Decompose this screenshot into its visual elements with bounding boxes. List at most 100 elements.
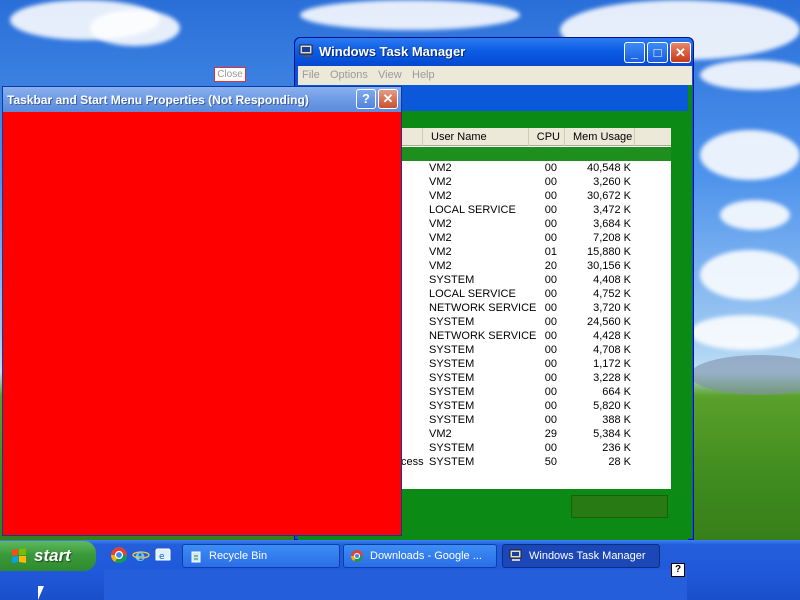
- tray-help-icon[interactable]: ?: [671, 563, 685, 577]
- windows-logo-icon: [12, 548, 26, 563]
- task-manager-icon: [509, 549, 523, 563]
- menu-help[interactable]: Help: [412, 69, 435, 81]
- row-cpu: 00: [544, 442, 557, 454]
- table-row[interactable]: SYSTEM 00 236 K: [401, 441, 671, 455]
- row-mem-usage: 5,384 K: [593, 428, 631, 440]
- row-mem-usage: 1,172 K: [593, 358, 631, 370]
- taskbar-properties-window[interactable]: Taskbar and Start Menu Properties (Not R…: [2, 86, 402, 536]
- row-cpu: 00: [544, 218, 557, 230]
- ie-icon[interactable]: e: [132, 546, 150, 564]
- row-mem-usage: 7,208 K: [593, 232, 631, 244]
- row-cpu: 29: [544, 428, 557, 440]
- help-icon: ?: [362, 91, 370, 106]
- row-mem-usage: 4,408 K: [593, 274, 631, 286]
- table-row[interactable]: VM2 00 4,336 K: [401, 147, 671, 161]
- svg-text:e: e: [159, 552, 165, 562]
- table-row[interactable]: SYSTEM 00 388 K: [401, 413, 671, 427]
- chrome-icon[interactable]: [110, 546, 128, 564]
- maximize-icon: □: [653, 45, 662, 60]
- taskbar-button[interactable]: Downloads - Google ...: [343, 544, 497, 568]
- table-row[interactable]: SYSTEM 50 28 K cess: [401, 455, 671, 469]
- table-row[interactable]: SYSTEM 00 5,820 K: [401, 399, 671, 413]
- start-button[interactable]: start: [0, 541, 96, 571]
- row-cpu: 20: [544, 260, 557, 272]
- row-user-name: VM2: [429, 246, 452, 258]
- end-process-button[interactable]: [571, 495, 668, 518]
- table-row[interactable]: SYSTEM 00 3,228 K: [401, 371, 671, 385]
- chrome-icon: [350, 549, 364, 563]
- row-mem-usage: 3,228 K: [593, 372, 631, 384]
- row-user-name: SYSTEM: [429, 344, 475, 356]
- minimize-icon: _: [630, 45, 639, 60]
- taskbar-properties-titlebar[interactable]: Taskbar and Start Menu Properties (Not R…: [3, 87, 401, 112]
- show-desktop-icon[interactable]: e: [154, 546, 172, 564]
- row-mem-usage: 3,720 K: [593, 302, 631, 314]
- row-mem-usage: 30,672 K: [586, 190, 631, 202]
- column-cpu-label: CPU: [536, 131, 560, 143]
- maximize-button[interactable]: □: [647, 42, 668, 63]
- task-manager-menubar: File Options View Help: [298, 66, 692, 85]
- row-user-name: VM2: [429, 176, 452, 188]
- taskbar-button-label: Downloads - Google ...: [370, 550, 482, 562]
- column-image-name[interactable]: [401, 128, 423, 146]
- table-row[interactable]: SYSTEM 00 4,708 K: [401, 343, 671, 357]
- table-row[interactable]: SYSTEM 00 664 K: [401, 385, 671, 399]
- table-row[interactable]: SYSTEM 00 24,560 K: [401, 315, 671, 329]
- table-row[interactable]: NETWORK SERVICE 00 3,720 K: [401, 301, 671, 315]
- row-user-name: SYSTEM: [429, 456, 475, 468]
- row-mem-usage: 28 K: [608, 456, 631, 468]
- column-user-name[interactable]: User Name: [423, 128, 529, 146]
- row-mem-usage: 15,880 K: [586, 246, 631, 258]
- task-manager-titlebar[interactable]: Windows Task Manager _ □ ✕: [295, 38, 693, 66]
- row-user-name: SYSTEM: [429, 386, 475, 398]
- row-mem-usage: 3,472 K: [593, 204, 631, 216]
- task-manager-title: Windows Task Manager: [319, 44, 466, 59]
- row-user-name: LOCAL SERVICE: [429, 288, 516, 300]
- table-row[interactable]: VM2 00 3,260 K: [401, 175, 671, 189]
- taskbar-button[interactable]: Windows Task Manager: [502, 544, 660, 568]
- close-button[interactable]: ✕: [670, 42, 691, 63]
- menu-view[interactable]: View: [378, 69, 402, 81]
- taskbar-button[interactable]: Recycle Bin: [182, 544, 340, 568]
- row-mem-usage: 4,336 K: [593, 148, 631, 160]
- row-mem-usage: 3,684 K: [593, 218, 631, 230]
- close-tooltip: Close: [214, 67, 246, 82]
- row-user-name: SYSTEM: [429, 372, 475, 384]
- menu-file[interactable]: File: [302, 69, 320, 81]
- row-cpu: 00: [544, 190, 557, 202]
- row-cpu: 00: [544, 204, 557, 216]
- process-list[interactable]: User Name CPU Mem Usage VM2 00 4,336 K VM2 0…: [401, 128, 671, 489]
- table-row[interactable]: VM2 20 30,156 K: [401, 259, 671, 273]
- help-button[interactable]: ?: [356, 89, 376, 109]
- table-row[interactable]: VM2 29 5,384 K: [401, 427, 671, 441]
- row-cpu: 00: [544, 358, 557, 370]
- table-row[interactable]: LOCAL SERVICE 00 4,752 K: [401, 287, 671, 301]
- table-row[interactable]: VM2 00 30,672 K: [401, 189, 671, 203]
- table-row[interactable]: SYSTEM 00 4,408 K: [401, 273, 671, 287]
- row-image-name: cess: [401, 456, 424, 468]
- row-cpu: 00: [544, 302, 557, 314]
- table-row[interactable]: VM2 00 7,208 K: [401, 231, 671, 245]
- not-responding-content: [3, 112, 401, 535]
- row-user-name: SYSTEM: [429, 442, 475, 454]
- table-row[interactable]: VM2 00 3,684 K: [401, 217, 671, 231]
- table-row[interactable]: VM2 00 40,548 K: [401, 161, 671, 175]
- row-mem-usage: 24,560 K: [586, 316, 631, 328]
- table-row[interactable]: NETWORK SERVICE 00 4,428 K: [401, 329, 671, 343]
- minimize-button[interactable]: _: [624, 42, 645, 63]
- table-row[interactable]: LOCAL SERVICE 00 3,472 K: [401, 203, 671, 217]
- table-row[interactable]: SYSTEM 00 1,172 K: [401, 357, 671, 371]
- row-cpu: 50: [544, 456, 557, 468]
- menu-options[interactable]: Options: [330, 69, 368, 81]
- column-mem-usage[interactable]: Mem Usage: [565, 128, 635, 146]
- column-cpu[interactable]: CPU: [529, 128, 565, 146]
- close-icon: ✕: [675, 45, 686, 60]
- row-user-name: LOCAL SERVICE: [429, 204, 516, 216]
- close-button[interactable]: ✕: [378, 89, 398, 109]
- row-user-name: VM2: [429, 218, 452, 230]
- row-cpu: 01: [544, 246, 557, 258]
- row-cpu: 00: [544, 372, 557, 384]
- table-row[interactable]: VM2 01 15,880 K: [401, 245, 671, 259]
- row-mem-usage: 4,752 K: [593, 288, 631, 300]
- row-user-name: SYSTEM: [429, 358, 475, 370]
